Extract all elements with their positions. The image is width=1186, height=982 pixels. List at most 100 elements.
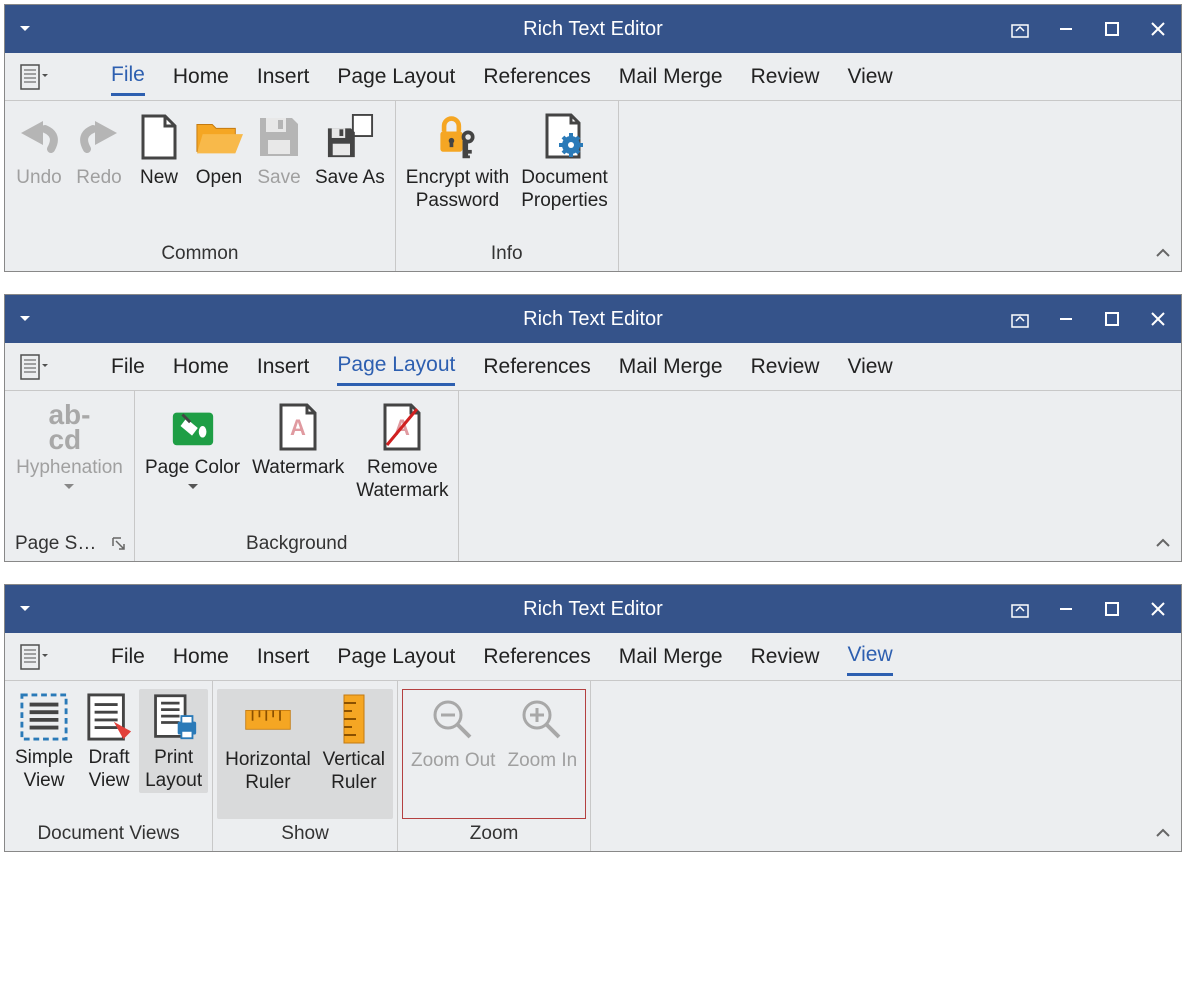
maximize-button[interactable] xyxy=(1089,295,1135,343)
tab-review[interactable]: Review xyxy=(737,57,834,97)
group-info: Encrypt withPassword DocumentProperties … xyxy=(396,101,619,271)
document-selector[interactable] xyxy=(11,55,57,99)
paint-bucket-icon xyxy=(169,403,217,451)
print-layout-icon xyxy=(150,693,198,741)
close-button[interactable] xyxy=(1135,295,1181,343)
ribbon-view: SimpleView DraftView PrintLayout Documen… xyxy=(5,681,1181,851)
chevron-down-icon xyxy=(64,484,74,490)
remove-watermark-icon: A xyxy=(378,403,426,451)
tab-file[interactable]: File xyxy=(97,347,159,387)
svg-text:A: A xyxy=(290,415,306,440)
titlebar: Rich Text Editor xyxy=(5,585,1181,633)
qat-dropdown[interactable] xyxy=(5,295,45,343)
redo-icon xyxy=(75,113,123,161)
group-label-page-setup: Page S… xyxy=(9,529,130,561)
group-label-info: Info xyxy=(400,239,614,271)
encrypt-button[interactable]: Encrypt withPassword xyxy=(400,109,515,213)
tab-review[interactable]: Review xyxy=(737,637,834,677)
close-button[interactable] xyxy=(1135,5,1181,53)
new-file-icon xyxy=(135,113,183,161)
qat-dropdown[interactable] xyxy=(5,5,45,53)
minimize-button[interactable] xyxy=(1043,585,1089,633)
ribbon-options-button[interactable] xyxy=(997,295,1043,343)
print-layout-button[interactable]: PrintLayout xyxy=(139,689,208,793)
document-selector[interactable] xyxy=(11,635,57,679)
minimize-button[interactable] xyxy=(1043,5,1089,53)
remove-watermark-button[interactable]: A RemoveWatermark xyxy=(350,399,454,503)
save-button[interactable]: Save xyxy=(249,109,309,190)
group-label-document-views: Document Views xyxy=(9,819,208,851)
group-show: HorizontalRuler VerticalRuler Show xyxy=(213,681,398,851)
open-folder-icon xyxy=(195,113,243,161)
draft-view-button[interactable]: DraftView xyxy=(79,689,139,793)
tab-references[interactable]: References xyxy=(469,347,604,387)
group-label-show: Show xyxy=(217,819,393,851)
tab-home[interactable]: Home xyxy=(159,637,243,677)
tab-file[interactable]: File xyxy=(97,637,159,677)
titlebar: Rich Text Editor xyxy=(5,5,1181,53)
ribbon-tabs: File Home Insert Page Layout References … xyxy=(5,53,1181,101)
draft-view-icon xyxy=(85,693,133,741)
ribbon-options-button[interactable] xyxy=(997,5,1043,53)
document-properties-button[interactable]: DocumentProperties xyxy=(515,109,614,213)
dialog-launcher[interactable] xyxy=(112,535,126,557)
tab-mail-merge[interactable]: Mail Merge xyxy=(605,347,737,387)
tab-view[interactable]: View xyxy=(833,635,906,678)
tab-view[interactable]: View xyxy=(833,57,906,97)
tab-file[interactable]: File xyxy=(97,55,159,98)
zoom-in-button[interactable]: Zoom In xyxy=(501,692,583,773)
tab-insert[interactable]: Insert xyxy=(243,637,324,677)
tab-insert[interactable]: Insert xyxy=(243,347,324,387)
hyphenation-icon: ab-cd xyxy=(48,403,90,451)
horizontal-ruler-button[interactable]: HorizontalRuler xyxy=(219,691,317,795)
watermark-icon: A xyxy=(274,403,322,451)
app-title: Rich Text Editor xyxy=(523,308,663,331)
tab-insert[interactable]: Insert xyxy=(243,57,324,97)
hyphenation-button[interactable]: ab-cd Hyphenation xyxy=(10,399,129,490)
group-document-views: SimpleView DraftView PrintLayout Documen… xyxy=(5,681,213,851)
redo-button[interactable]: Redo xyxy=(69,109,129,190)
undo-button[interactable]: Undo xyxy=(9,109,69,190)
document-selector[interactable] xyxy=(11,345,57,389)
collapse-ribbon-button[interactable] xyxy=(1155,825,1171,843)
tab-review[interactable]: Review xyxy=(737,347,834,387)
window-page-layout: Rich Text Editor File Home Insert Page L… xyxy=(4,294,1182,562)
tab-mail-merge[interactable]: Mail Merge xyxy=(605,57,737,97)
ribbon-options-button[interactable] xyxy=(997,585,1043,633)
watermark-button[interactable]: A Watermark xyxy=(246,399,350,480)
qat-dropdown[interactable] xyxy=(5,585,45,633)
tab-page-layout[interactable]: Page Layout xyxy=(323,637,469,677)
zoom-out-button[interactable]: Zoom Out xyxy=(405,692,501,773)
tab-references[interactable]: References xyxy=(469,57,604,97)
group-label-zoom: Zoom xyxy=(402,819,586,851)
app-title: Rich Text Editor xyxy=(523,598,663,621)
tab-page-layout[interactable]: Page Layout xyxy=(323,57,469,97)
simple-view-icon xyxy=(20,693,68,741)
tab-mail-merge[interactable]: Mail Merge xyxy=(605,637,737,677)
collapse-ribbon-button[interactable] xyxy=(1155,535,1171,553)
tab-home[interactable]: Home xyxy=(159,57,243,97)
save-icon xyxy=(255,113,303,161)
simple-view-button[interactable]: SimpleView xyxy=(9,689,79,793)
save-as-button[interactable]: Save As xyxy=(309,109,391,190)
tab-home[interactable]: Home xyxy=(159,347,243,387)
close-button[interactable] xyxy=(1135,585,1181,633)
collapse-ribbon-button[interactable] xyxy=(1155,245,1171,263)
maximize-button[interactable] xyxy=(1089,5,1135,53)
minimize-button[interactable] xyxy=(1043,295,1089,343)
vertical-ruler-button[interactable]: VerticalRuler xyxy=(317,691,391,795)
maximize-button[interactable] xyxy=(1089,585,1135,633)
group-background: Page Color A Watermark A RemoveWatermark… xyxy=(135,391,459,561)
tab-view[interactable]: View xyxy=(833,347,906,387)
ribbon-file: Undo Redo New Open Save xyxy=(5,101,1181,271)
zoom-out-icon xyxy=(429,696,477,744)
page-color-button[interactable]: Page Color xyxy=(139,399,246,490)
tab-references[interactable]: References xyxy=(469,637,604,677)
group-zoom: Zoom Out Zoom In Zoom xyxy=(398,681,591,851)
open-button[interactable]: Open xyxy=(189,109,249,190)
document-gear-icon xyxy=(541,113,589,161)
window-file: Rich Text Editor File Home Insert Page L… xyxy=(4,4,1182,272)
new-button[interactable]: New xyxy=(129,109,189,190)
tab-page-layout[interactable]: Page Layout xyxy=(323,345,469,388)
horizontal-ruler-icon xyxy=(244,695,292,743)
